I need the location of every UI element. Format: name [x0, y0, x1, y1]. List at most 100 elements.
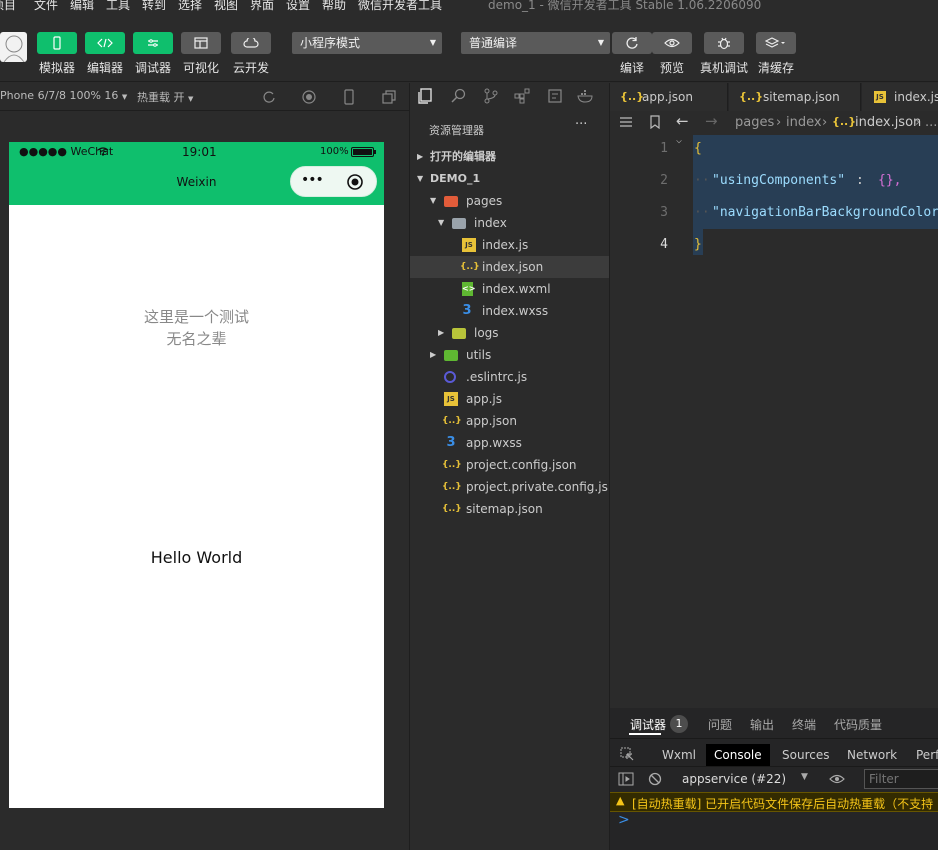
filter-input[interactable]: [864, 769, 938, 789]
sidebar-toggle-icon[interactable]: [618, 772, 634, 786]
source-control-icon[interactable]: [483, 88, 499, 104]
tree-item-app-json[interactable]: {..} app.json: [410, 410, 609, 432]
tab-sitemap-json[interactable]: {..} sitemap.json: [729, 83, 861, 111]
menu-help[interactable]: 帮助: [322, 0, 346, 13]
cloud-dev-button[interactable]: [231, 32, 271, 54]
panel-performance[interactable]: Perf: [908, 744, 938, 766]
mode-select[interactable]: 小程序模式 ▼: [292, 32, 442, 54]
tree-item-index-folder[interactable]: ▼ index: [410, 212, 609, 234]
panel-console[interactable]: Console: [706, 744, 770, 766]
tree-item-pages[interactable]: ▼ pages: [410, 190, 609, 212]
visualization-button[interactable]: [181, 32, 221, 54]
extensions-icon[interactable]: [514, 88, 530, 104]
simulator-button[interactable]: [37, 32, 77, 54]
tree-item-index-wxml[interactable]: <> index.wxml: [410, 278, 609, 300]
record-icon[interactable]: [302, 90, 316, 104]
menu-view[interactable]: 视图: [214, 0, 238, 13]
menu-wechat-devtools[interactable]: 微信开发者工具: [358, 0, 442, 13]
debugger-button[interactable]: [133, 32, 173, 54]
compile-button[interactable]: [612, 32, 652, 54]
more-icon[interactable]: •••: [301, 172, 324, 188]
breadcrumb-separator: ›: [776, 115, 782, 130]
menu-file[interactable]: 文件: [34, 0, 58, 13]
tree-item-app-js[interactable]: JS app.js: [410, 388, 609, 410]
tree-item-utils[interactable]: ▶ utils: [410, 344, 609, 366]
tree-item-project-private-config[interactable]: {..} project.private.config.js...: [410, 476, 609, 498]
menu-interface[interactable]: 界面: [250, 0, 274, 13]
open-editors-section[interactable]: ▶ 打开的编辑器: [410, 146, 609, 168]
breadcrumb-pages[interactable]: pages: [735, 115, 774, 130]
tab-index-js[interactable]: JS index.js: [862, 83, 938, 111]
eye-icon[interactable]: [829, 774, 845, 784]
tree-item-index-wxss[interactable]: 3 index.wxss: [410, 300, 609, 322]
menu-settings[interactable]: 设置: [286, 0, 310, 13]
tree-item-sitemap[interactable]: {..} sitemap.json: [410, 498, 609, 520]
wxss-file-icon: 3: [462, 303, 472, 318]
preview-button[interactable]: [652, 32, 692, 54]
tree-item-label: pages: [466, 194, 503, 208]
breadcrumb-file[interactable]: index.json: [855, 115, 921, 130]
rotate-icon[interactable]: [262, 90, 276, 104]
tab-terminal[interactable]: 终端: [792, 716, 816, 733]
code-key: "usingComponents": [712, 173, 846, 188]
code-editor[interactable]: 1 2 3 4 ⌵ { ·· "usingComponents" : {}, ·…: [610, 135, 938, 708]
forward-arrow-icon[interactable]: →: [705, 112, 718, 130]
clear-console-icon[interactable]: [648, 772, 662, 786]
tab-problems[interactable]: 问题: [708, 716, 732, 733]
editor-button[interactable]: [85, 32, 125, 54]
search-icon[interactable]: [451, 88, 467, 104]
toolbar: 模拟器 编辑器 调试器 可视化 云开发 小程序模式 ▼ 普通编译 ▼ 编译 预览…: [0, 14, 938, 82]
window-title: demo_1 - 微信开发者工具 Stable 1.06.2206090: [488, 0, 762, 12]
files-icon[interactable]: [417, 88, 433, 104]
code-value: {},: [878, 173, 902, 188]
bookmark-icon[interactable]: [649, 115, 661, 129]
device-select[interactable]: Phone 6/7/8 100% 16 ▼: [0, 89, 127, 102]
breadcrumb-more[interactable]: ...: [925, 115, 937, 130]
compile-select[interactable]: 普通编译 ▼: [461, 32, 610, 54]
breadcrumb-index[interactable]: index: [786, 115, 822, 130]
tab-app-json[interactable]: {..} app.json: [610, 83, 728, 111]
explorer-title: 资源管理器: [429, 124, 484, 137]
tree-item-app-wxss[interactable]: 3 app.wxss: [410, 432, 609, 454]
context-select[interactable]: appservice (#22): [682, 772, 786, 786]
tree-item-index-json[interactable]: {..} index.json: [410, 256, 609, 278]
tree-item-index-js[interactable]: JS index.js: [410, 234, 609, 256]
page-text-2: 无名之辈: [166, 330, 227, 348]
outline-icon[interactable]: [547, 88, 563, 104]
more-icon[interactable]: ···: [575, 117, 587, 132]
panel-network[interactable]: Network: [839, 744, 905, 766]
menu-select[interactable]: 选择: [178, 0, 202, 13]
phone-screen[interactable]: [9, 142, 384, 808]
chevron-down-icon: ▼: [597, 38, 604, 47]
phone-icon[interactable]: [343, 89, 355, 105]
tab-debugger[interactable]: 调试器: [630, 716, 666, 733]
indent-guide: ··: [694, 205, 710, 220]
panel-wxml[interactable]: Wxml: [654, 744, 704, 766]
code-line-4: }: [694, 237, 702, 252]
console-prompt[interactable]: >: [618, 812, 630, 828]
docker-icon[interactable]: [577, 88, 595, 104]
remote-debug-button[interactable]: [704, 32, 744, 54]
panel-sources[interactable]: Sources: [774, 744, 837, 766]
chevron-right-icon: ▶: [438, 328, 445, 337]
menu-tools[interactable]: 工具: [106, 0, 130, 13]
avatar[interactable]: [0, 32, 27, 62]
list-icon[interactable]: [619, 116, 633, 128]
tree-item-project-config[interactable]: {..} project.config.json: [410, 454, 609, 476]
menu-project[interactable]: 项目: [0, 0, 16, 13]
hot-reload-toggle[interactable]: 热重载 开 ▼: [137, 89, 193, 105]
close-icon[interactable]: [346, 173, 364, 191]
clear-cache-button[interactable]: [756, 32, 796, 54]
fold-chevron-icon[interactable]: ⌵: [676, 135, 682, 146]
tree-item-eslintrc[interactable]: .eslintrc.js: [410, 366, 609, 388]
tree-item-logs[interactable]: ▶ logs: [410, 322, 609, 344]
menu-edit[interactable]: 编辑: [70, 0, 94, 13]
code-icon: [97, 38, 113, 48]
detach-window-icon[interactable]: [382, 90, 396, 104]
tab-output[interactable]: 输出: [750, 716, 774, 733]
project-section[interactable]: ▼ DEMO_1: [410, 168, 609, 190]
tab-code-quality[interactable]: 代码质量: [834, 716, 882, 733]
back-arrow-icon[interactable]: ←: [676, 112, 689, 130]
menu-goto[interactable]: 转到: [142, 0, 166, 13]
inspect-icon[interactable]: [620, 747, 634, 761]
